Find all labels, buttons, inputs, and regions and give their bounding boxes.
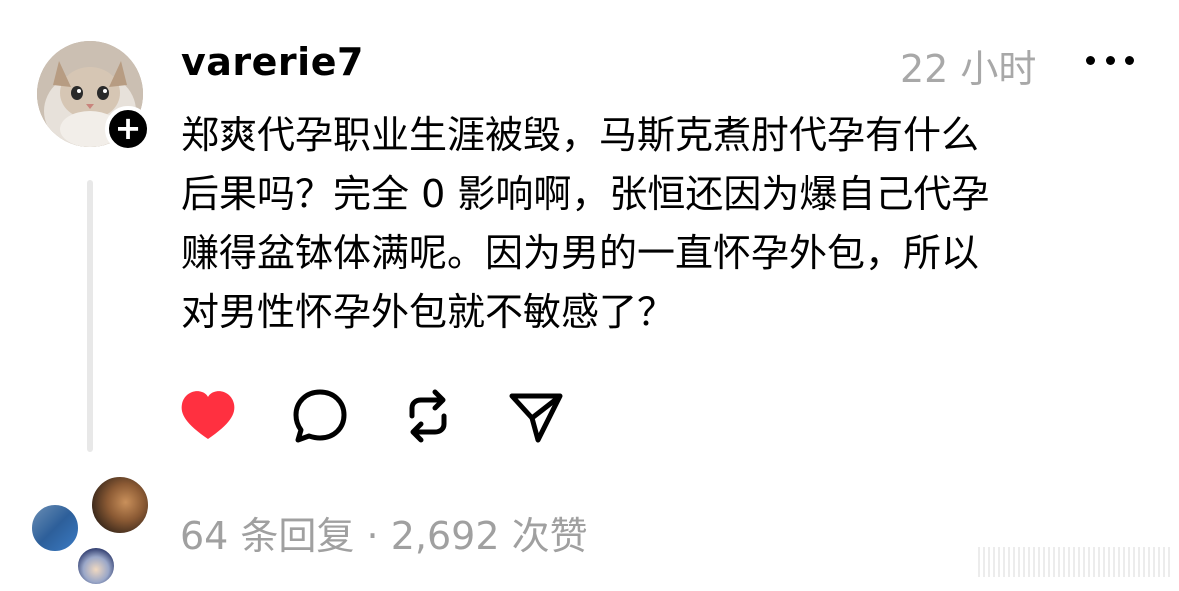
more-dot-icon [1125, 55, 1134, 65]
comment-bubble-icon [293, 389, 347, 443]
like-button[interactable] [178, 386, 238, 446]
post-stats: 64 条回复 · 2,692 次赞 [180, 505, 588, 560]
repost-button[interactable] [398, 386, 458, 446]
more-options-button[interactable] [1086, 40, 1134, 80]
username[interactable]: varerie7 [181, 40, 364, 84]
follow-button[interactable]: + [105, 106, 151, 152]
post-timestamp: 22 小时 [900, 47, 1037, 91]
replies-count[interactable]: 64 条回复 [180, 514, 354, 558]
replier-avatar [29, 502, 81, 554]
more-dot-icon [1105, 55, 1115, 65]
share-button[interactable] [506, 386, 566, 446]
replier-avatar [89, 474, 151, 536]
paper-plane-icon [509, 393, 563, 443]
replier-avatar [75, 545, 117, 587]
repost-icon [409, 389, 447, 443]
likes-count[interactable]: 2,692 次赞 [391, 514, 588, 558]
comment-button[interactable] [290, 386, 350, 446]
watermark [978, 547, 1170, 577]
post-body: 郑爽代孕职业生涯被毁，马斯克煮肘代孕有什么 后果吗？完全 0 影响啊，张恒还因为… [181, 113, 990, 334]
heart-icon [181, 391, 235, 439]
more-dot-icon [1086, 55, 1095, 65]
plus-icon: + [114, 109, 142, 147]
stats-separator: · [366, 514, 379, 558]
thread-line [87, 180, 93, 452]
